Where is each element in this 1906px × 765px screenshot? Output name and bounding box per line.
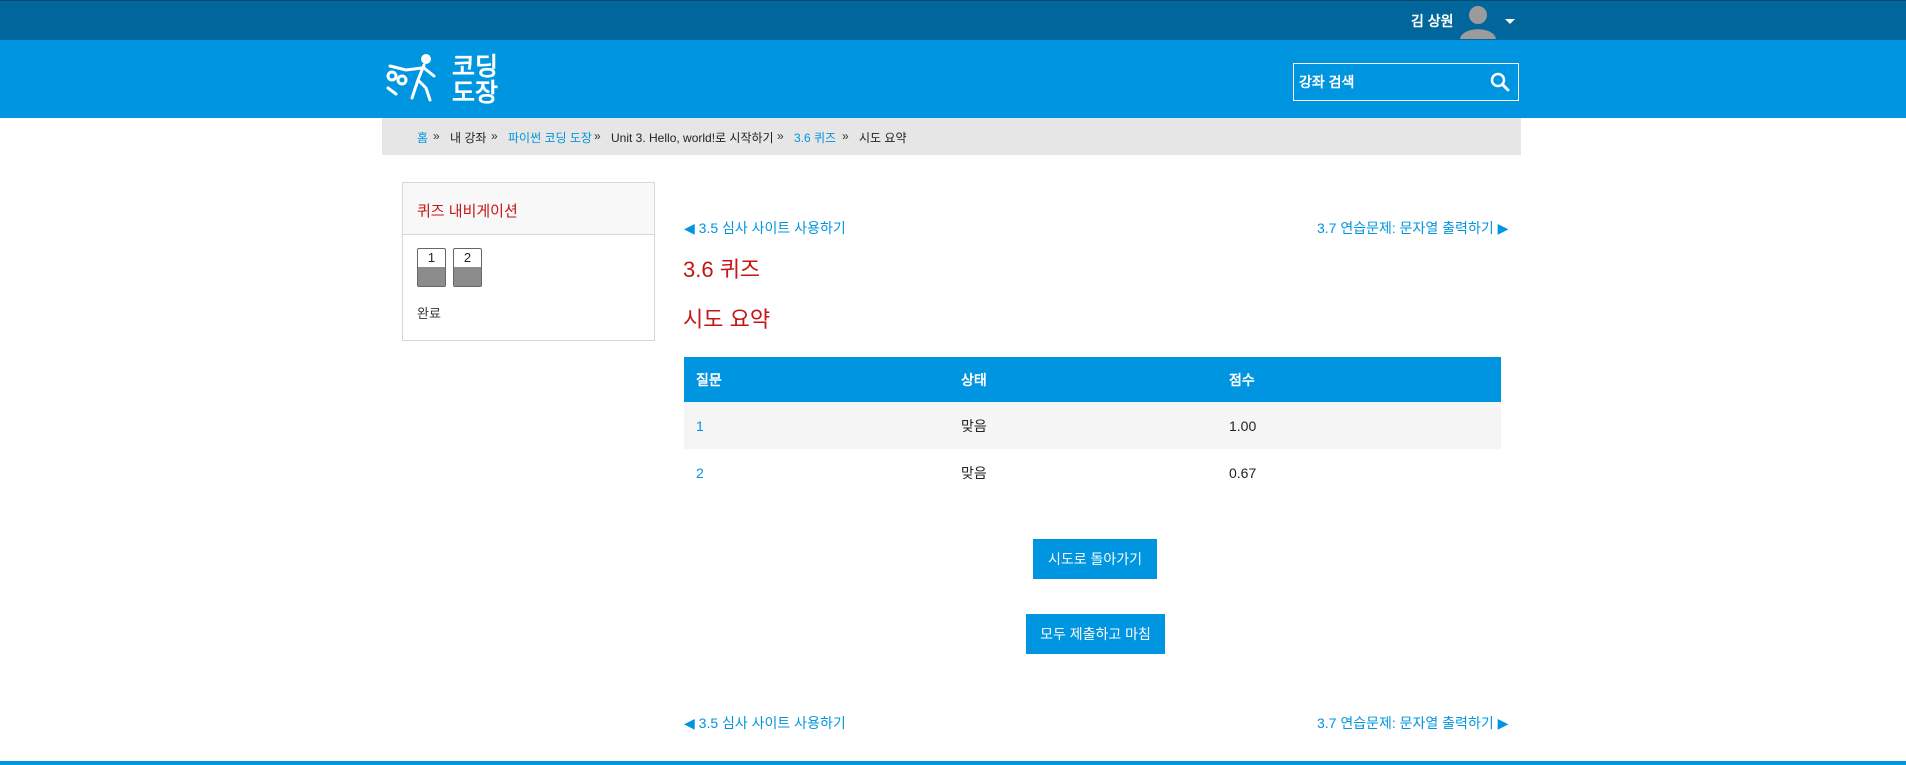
attempt-summary-table: 질문 상태 점수 1 맞음 1.00 2 맞음 0.67 — [684, 357, 1501, 496]
table-row: 1 맞음 1.00 — [684, 402, 1501, 449]
prev-activity-link[interactable]: ◀ 3.5 심사 사이트 사용하기 — [684, 218, 846, 238]
question-link[interactable]: 1 — [684, 402, 949, 449]
table-row: 2 맞음 0.67 — [684, 449, 1501, 496]
breadcrumb: 홈 » 내 강좌 » 파이썬 코딩 도장 » Unit 3. Hello, wo… — [382, 118, 1521, 155]
top-user-bar: 김 상원 — [0, 0, 1906, 40]
question-link[interactable]: 2 — [684, 449, 949, 496]
column-header-status: 상태 — [949, 357, 1217, 402]
return-to-attempt-button[interactable]: 시도로 돌아가기 — [1033, 539, 1157, 579]
logo[interactable]: 코딩 도장 — [380, 50, 520, 110]
quiz-navigation-header: 퀴즈 내비게이션 — [403, 183, 654, 235]
prev-activity-link-bottom[interactable]: ◀ 3.5 심사 사이트 사용하기 — [684, 713, 846, 733]
column-header-marks: 점수 — [1217, 357, 1501, 402]
page-title: 3.6 퀴즈 — [683, 257, 761, 282]
breadcrumb-my-courses: 내 강좌 — [450, 131, 487, 145]
avatar[interactable] — [1458, 2, 1498, 39]
course-search-input[interactable]: 강좌 검색 — [1293, 63, 1519, 101]
marks-cell: 1.00 — [1217, 402, 1501, 449]
search-icon[interactable] — [1490, 72, 1510, 92]
next-activity-link-bottom[interactable]: 3.7 연습문제: 문자열 출력하기 ▶ — [1317, 713, 1508, 733]
breadcrumb-home[interactable]: 홈 — [417, 129, 428, 146]
user-name[interactable]: 김 상원 — [1411, 11, 1454, 31]
next-activity-link[interactable]: 3.7 연습문제: 문자열 출력하기 ▶ — [1317, 218, 1508, 238]
table-header-row: 질문 상태 점수 — [684, 357, 1501, 402]
breadcrumb-current: 시도 요약 — [859, 131, 907, 145]
breadcrumb-separator-icon: » — [433, 129, 440, 143]
status-cell: 맞음 — [949, 402, 1217, 449]
quiz-navigation-title: 퀴즈 내비게이션 — [417, 203, 518, 220]
quiz-nav-question-2[interactable]: 2 — [453, 248, 482, 287]
column-header-question: 질문 — [684, 357, 949, 402]
status-cell: 맞음 — [961, 464, 987, 481]
quiz-navigation-block: 퀴즈 내비게이션 1 2 완료 — [402, 182, 655, 341]
breadcrumb-unit: Unit 3. Hello, world!로 시작하기 — [611, 131, 774, 145]
breadcrumb-separator-icon: » — [594, 129, 601, 143]
breadcrumb-quiz[interactable]: 3.6 퀴즈 — [794, 129, 836, 146]
breadcrumb-separator-icon: » — [842, 129, 849, 143]
submit-all-and-finish-button[interactable]: 모두 제출하고 마침 — [1026, 614, 1165, 654]
section-title: 시도 요약 — [683, 307, 771, 332]
user-menu-caret-icon[interactable] — [1505, 19, 1515, 24]
taekwondo-figure-icon — [386, 54, 436, 102]
finish-attempt-link[interactable]: 완료 — [417, 303, 441, 322]
breadcrumb-separator-icon: » — [491, 129, 498, 143]
footer-divider — [0, 761, 1906, 765]
breadcrumb-separator-icon: » — [777, 129, 784, 143]
marks-cell: 0.67 — [1229, 464, 1257, 481]
site-header: 코딩 도장 강좌 검색 — [0, 40, 1906, 118]
breadcrumb-course[interactable]: 파이썬 코딩 도장 — [508, 129, 592, 146]
logo-text: 코딩 도장 — [452, 53, 499, 107]
quiz-nav-question-1[interactable]: 1 — [417, 248, 446, 287]
search-placeholder: 강좌 검색 — [1299, 74, 1355, 90]
